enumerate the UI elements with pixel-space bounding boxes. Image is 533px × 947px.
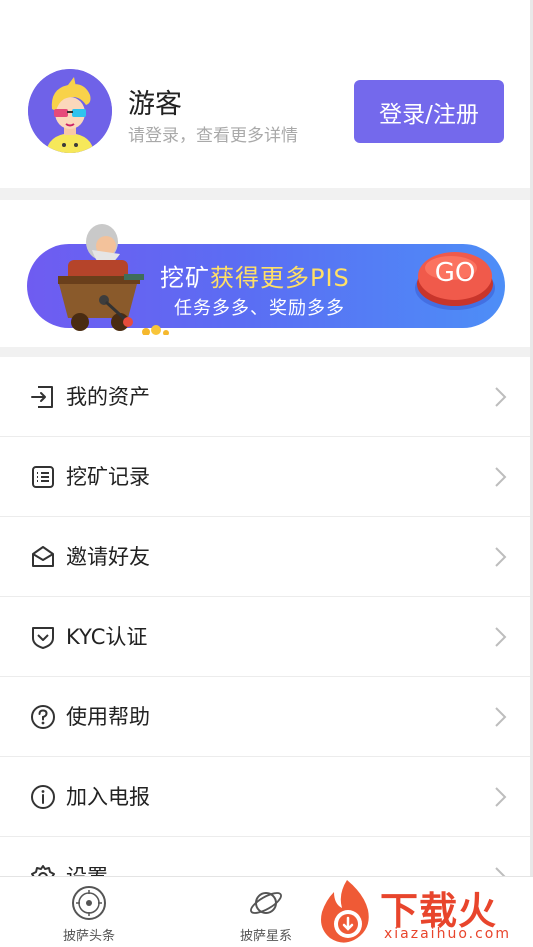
planet-icon — [250, 892, 282, 914]
chevron-right-icon — [495, 467, 507, 487]
menu-item-label: 使用帮助 — [66, 705, 150, 729]
avatar[interactable] — [28, 69, 112, 153]
list-icon — [32, 466, 54, 488]
shield-icon — [32, 627, 54, 649]
menu-item-label: 我的资产 — [66, 385, 150, 409]
chevron-right-icon — [495, 707, 507, 727]
menu-item-kyc[interactable]: KYC认证 — [0, 597, 530, 677]
username: 游客 — [128, 89, 182, 120]
tab-label: 披萨星系 — [239, 929, 292, 944]
menu-item-label: 挖矿记录 — [66, 465, 150, 489]
chevron-right-icon — [495, 547, 507, 567]
help-circle-icon — [31, 705, 55, 729]
menu-item-join-telegram[interactable]: 加入电报 — [0, 757, 530, 837]
mining-banner-area: 挖矿获得更多PIS 任务多多、奖励多多 GO — [0, 200, 530, 347]
envelope-icon — [32, 546, 54, 567]
watermark-domain: xiazaihuo.com — [384, 926, 511, 942]
chevron-right-icon — [495, 787, 507, 807]
section-divider — [0, 347, 530, 357]
info-circle-icon — [31, 785, 55, 809]
profile-header: 游客 请登录，查看更多详情 登录/注册 — [0, 0, 530, 188]
chevron-right-icon — [495, 387, 507, 407]
tab-pizza-headlines[interactable]: 披萨头条 — [29, 877, 149, 947]
go-button[interactable]: GO — [415, 248, 495, 314]
menu-item-label: 邀请好友 — [66, 545, 150, 569]
avatar-cartoon-icon — [28, 69, 112, 153]
news-icon — [72, 886, 106, 920]
menu-item-label: KYC认证 — [66, 625, 148, 649]
menu-item-my-assets[interactable]: 我的资产 — [0, 357, 530, 437]
miner-cart-icon — [58, 224, 169, 335]
login-register-button[interactable]: 登录/注册 — [354, 80, 504, 143]
section-divider — [0, 188, 530, 200]
watermark: 下载火 xiazaihuo.com — [312, 872, 533, 947]
menu-item-help[interactable]: 使用帮助 — [0, 677, 530, 757]
banner-title-highlight: 获得更多PIS — [210, 264, 350, 292]
menu-item-mining-records[interactable]: 挖矿记录 — [0, 437, 530, 517]
tab-label: 披萨头条 — [62, 929, 115, 944]
banner-title: 挖矿获得更多PIS — [160, 258, 350, 293]
go-label: GO — [434, 258, 476, 288]
page: 游客 请登录，查看更多详情 登录/注册 挖矿获得更多PIS 任务多多、奖励多多 … — [0, 0, 530, 947]
login-hint: 请登录，查看更多详情 — [128, 126, 298, 146]
menu-item-label: 加入电报 — [66, 785, 150, 809]
login-arrow-icon — [31, 386, 53, 408]
banner-subtitle: 任务多多、奖励多多 — [174, 298, 345, 319]
chevron-right-icon — [495, 627, 507, 647]
menu-item-invite-friends[interactable]: 邀请好友 — [0, 517, 530, 597]
menu-list: 我的资产 挖矿记录 邀请好友 KYC认证 使用帮助 加入电报 — [0, 357, 530, 917]
flame-logo-icon — [321, 880, 369, 943]
tab-pizza-galaxy[interactable]: 披萨星系 — [206, 877, 326, 947]
